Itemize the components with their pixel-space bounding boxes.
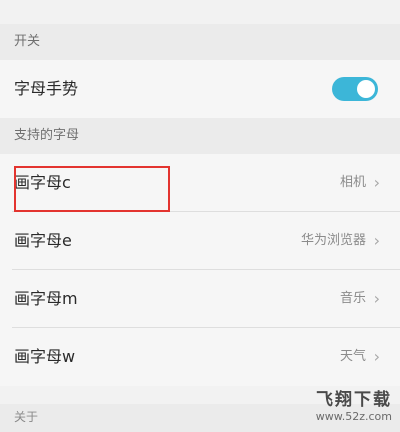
- letter-row-w-label: 画字母w: [14, 347, 76, 366]
- section-header-switch: 开关: [0, 24, 400, 60]
- letter-row-e-value: 华为浏览器: [300, 233, 366, 248]
- letter-row-w[interactable]: 画字母w 天气 ›: [0, 328, 400, 386]
- letter-row-m-value: 音乐: [339, 291, 366, 306]
- letter-row-c[interactable]: 画字母c 相机 ›: [0, 154, 400, 212]
- gesture-toggle-row[interactable]: 字母手势: [0, 60, 400, 118]
- chevron-right-icon: ›: [373, 231, 380, 250]
- chevron-right-icon: ›: [373, 347, 380, 366]
- letter-row-e-label: 画字母e: [14, 231, 72, 250]
- letter-row-e[interactable]: 画字母e 华为浏览器 ›: [0, 212, 400, 270]
- gesture-toggle-switch[interactable]: [332, 77, 378, 101]
- section-header-switch-label: 开关: [14, 34, 41, 49]
- letter-row-w-value: 天气: [339, 349, 366, 364]
- section-header-supported-label: 支持的字母: [14, 128, 80, 143]
- chevron-right-icon: ›: [373, 289, 380, 308]
- watermark-url: www.52z.com: [315, 410, 392, 423]
- letter-row-c-value: 相机: [339, 175, 366, 190]
- section-header-about-label: 关于: [14, 410, 39, 424]
- chevron-right-icon: ›: [373, 173, 380, 192]
- watermark-title: 飞翔下载: [316, 390, 392, 410]
- letter-row-m[interactable]: 画字母m 音乐 ›: [0, 270, 400, 328]
- section-header-supported: 支持的字母: [0, 118, 400, 154]
- watermark-logo: 飞翔下载 www.52z.com: [272, 390, 392, 428]
- gesture-toggle-label: 字母手势: [14, 79, 79, 98]
- letter-row-m-label: 画字母m: [14, 289, 78, 308]
- letter-row-c-label: 画字母c: [14, 173, 71, 192]
- settings-screen: 开关 字母手势 支持的字母 画字母c 相机 › 画字母e 华为浏览器 › 画字母…: [0, 0, 400, 432]
- toggle-knob: [357, 80, 375, 98]
